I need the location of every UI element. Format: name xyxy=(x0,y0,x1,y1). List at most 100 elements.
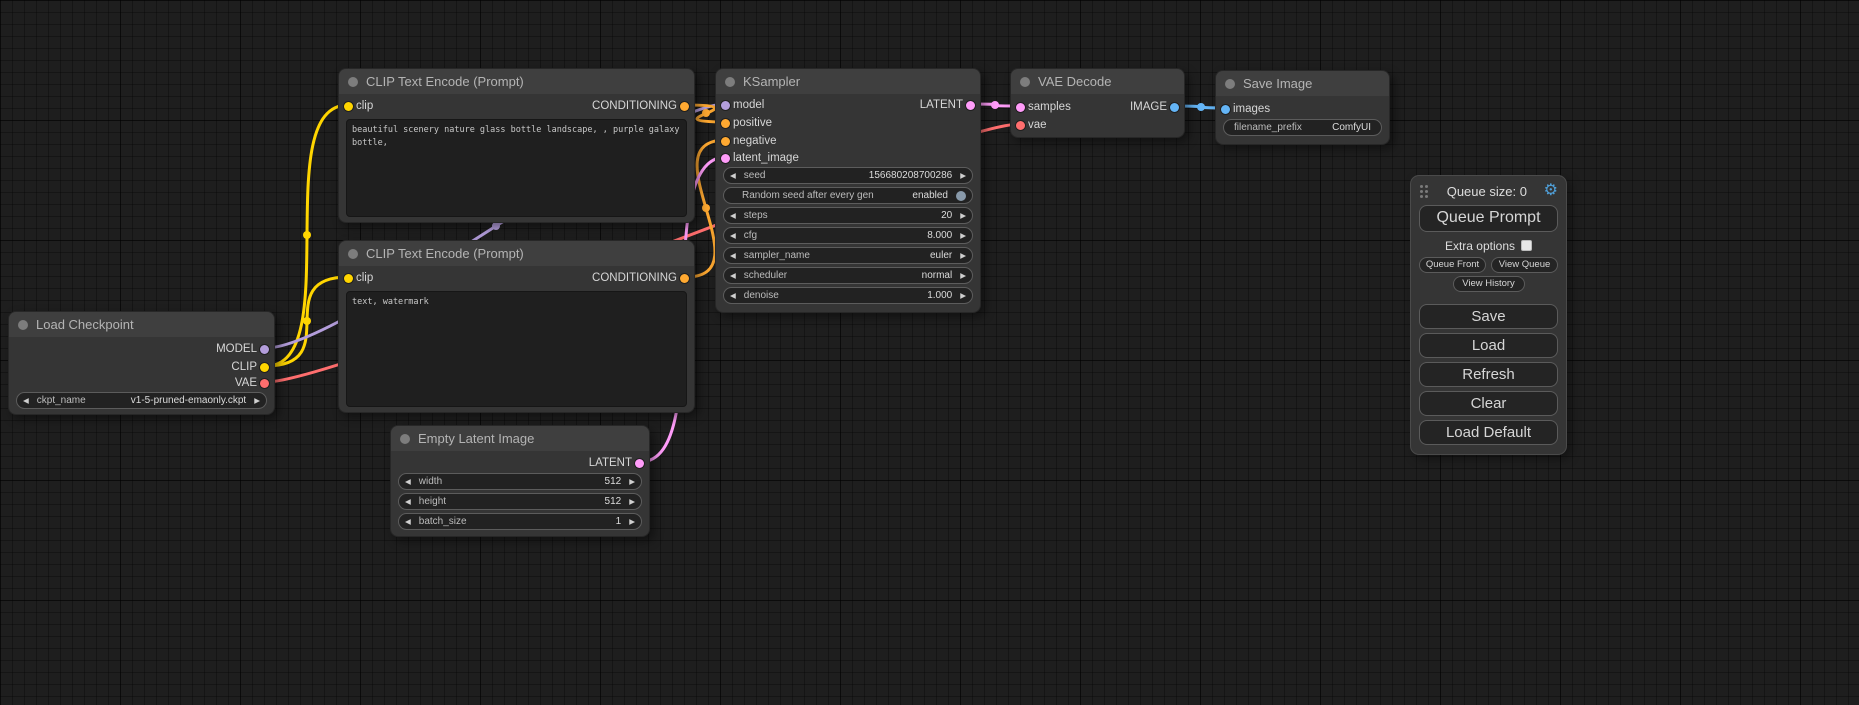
widget-scheduler[interactable]: ◀ scheduler normal ▶ xyxy=(723,267,973,284)
collapse-dot[interactable] xyxy=(725,77,735,87)
prompt-textarea[interactable]: beautiful scenery nature glass bottle la… xyxy=(346,119,687,217)
increment-arrow-icon[interactable]: ▶ xyxy=(629,498,635,506)
decrement-arrow-icon[interactable]: ◀ xyxy=(405,498,411,506)
widget-seed[interactable]: ◀ seed 156680208700286 ▶ xyxy=(723,167,973,184)
decrement-arrow-icon[interactable]: ◀ xyxy=(730,212,736,220)
node-clip-text-encode-negative[interactable]: CLIP Text Encode (Prompt) clip CONDITION… xyxy=(338,240,695,413)
input-dot-latent-image[interactable] xyxy=(721,154,730,163)
node-load-checkpoint[interactable]: Load Checkpoint MODEL CLIP VAE ◀ ckpt_na… xyxy=(8,311,275,415)
collapse-dot[interactable] xyxy=(18,320,28,330)
output-dot-latent[interactable] xyxy=(635,459,644,468)
queue-front-button[interactable]: Queue Front xyxy=(1419,257,1486,273)
toggle-knob[interactable] xyxy=(956,191,966,201)
widget-batch-size[interactable]: ◀ batch_size 1 ▶ xyxy=(398,513,642,530)
decrement-arrow-icon[interactable]: ◀ xyxy=(730,232,736,240)
decrement-arrow-icon[interactable]: ◀ xyxy=(730,172,736,180)
input-slot-latent-image: latent_image xyxy=(716,150,799,166)
decrement-arrow-icon[interactable]: ◀ xyxy=(730,272,736,280)
refresh-button[interactable]: Refresh xyxy=(1419,362,1558,387)
node-title-bar[interactable]: Load Checkpoint xyxy=(9,312,274,337)
increment-arrow-icon[interactable]: ▶ xyxy=(960,252,966,260)
load-default-button[interactable]: Load Default xyxy=(1419,420,1558,445)
slot-label: CONDITIONING xyxy=(592,272,677,284)
node-title-bar[interactable]: CLIP Text Encode (Prompt) xyxy=(339,69,694,94)
widget-value: 1 xyxy=(616,516,622,527)
widget-ckpt-name[interactable]: ◀ ckpt_name v1-5-pruned-emaonly.ckpt ▶ xyxy=(16,392,267,409)
input-dot-clip[interactable] xyxy=(344,102,353,111)
node-save-image[interactable]: Save Image images filename_prefix ComfyU… xyxy=(1215,70,1390,145)
node-title: Save Image xyxy=(1243,76,1312,91)
decrement-arrow-icon[interactable]: ◀ xyxy=(405,478,411,486)
extra-options-row: Extra options xyxy=(1419,237,1558,254)
input-dot-clip[interactable] xyxy=(344,274,353,283)
input-dot-positive[interactable] xyxy=(721,119,730,128)
drag-handle-icon[interactable] xyxy=(1419,184,1430,199)
output-slot-latent: LATENT xyxy=(589,455,649,471)
widget-value: 1.000 xyxy=(927,290,952,301)
widget-width[interactable]: ◀ width 512 ▶ xyxy=(398,473,642,490)
input-dot-negative[interactable] xyxy=(721,137,730,146)
decrement-arrow-icon[interactable]: ◀ xyxy=(405,518,411,526)
collapse-dot[interactable] xyxy=(1020,77,1030,87)
node-graph-canvas[interactable]: Load Checkpoint MODEL CLIP VAE ◀ ckpt_na… xyxy=(0,0,1859,705)
collapse-dot[interactable] xyxy=(400,434,410,444)
widget-denoise[interactable]: ◀ denoise 1.000 ▶ xyxy=(723,287,973,304)
input-dot-vae[interactable] xyxy=(1016,121,1025,130)
widget-steps[interactable]: ◀ steps 20 ▶ xyxy=(723,207,973,224)
output-dot-image[interactable] xyxy=(1170,103,1179,112)
decrement-arrow-icon[interactable]: ◀ xyxy=(23,397,29,405)
output-slot-conditioning: CONDITIONING xyxy=(592,270,694,286)
load-button[interactable]: Load xyxy=(1419,333,1558,358)
widget-filename-prefix[interactable]: filename_prefix ComfyUI xyxy=(1223,119,1382,136)
input-slot-positive: positive xyxy=(716,115,772,131)
output-dot-conditioning[interactable] xyxy=(680,102,689,111)
widget-label: width xyxy=(419,476,442,487)
node-title-bar[interactable]: VAE Decode xyxy=(1011,69,1184,94)
settings-gear-icon[interactable]: ⚙ xyxy=(1544,183,1558,199)
decrement-arrow-icon[interactable]: ◀ xyxy=(730,292,736,300)
extra-options-checkbox[interactable] xyxy=(1521,240,1532,251)
node-title-bar[interactable]: Empty Latent Image xyxy=(391,426,649,451)
increment-arrow-icon[interactable]: ▶ xyxy=(629,518,635,526)
output-dot-clip[interactable] xyxy=(260,363,269,372)
collapse-dot[interactable] xyxy=(1225,79,1235,89)
increment-arrow-icon[interactable]: ▶ xyxy=(960,212,966,220)
node-title: CLIP Text Encode (Prompt) xyxy=(366,246,524,261)
queue-prompt-button[interactable]: Queue Prompt xyxy=(1419,205,1558,232)
output-dot-vae[interactable] xyxy=(260,379,269,388)
collapse-dot[interactable] xyxy=(348,249,358,259)
node-title-bar[interactable]: KSampler xyxy=(716,69,980,94)
widget-random-seed-toggle[interactable]: Random seed after every gen enabled xyxy=(723,187,973,204)
output-dot-model[interactable] xyxy=(260,345,269,354)
increment-arrow-icon[interactable]: ▶ xyxy=(254,397,260,405)
increment-arrow-icon[interactable]: ▶ xyxy=(960,292,966,300)
widget-value: 512 xyxy=(605,496,622,507)
output-dot-conditioning[interactable] xyxy=(680,274,689,283)
widget-cfg[interactable]: ◀ cfg 8.000 ▶ xyxy=(723,227,973,244)
increment-arrow-icon[interactable]: ▶ xyxy=(629,478,635,486)
increment-arrow-icon[interactable]: ▶ xyxy=(960,272,966,280)
node-ksampler[interactable]: KSampler model positive negative latent_… xyxy=(715,68,981,313)
widget-height[interactable]: ◀ height 512 ▶ xyxy=(398,493,642,510)
node-empty-latent-image[interactable]: Empty Latent Image LATENT ◀ width 512 ▶ … xyxy=(390,425,650,537)
prompt-textarea[interactable]: text, watermark xyxy=(346,291,687,407)
view-history-button[interactable]: View History xyxy=(1453,276,1525,292)
wire-midpoint-dot xyxy=(492,222,500,230)
increment-arrow-icon[interactable]: ▶ xyxy=(960,172,966,180)
node-title-bar[interactable]: Save Image xyxy=(1216,71,1389,96)
input-dot-samples[interactable] xyxy=(1016,103,1025,112)
input-dot-images[interactable] xyxy=(1221,105,1230,114)
increment-arrow-icon[interactable]: ▶ xyxy=(960,232,966,240)
view-queue-button[interactable]: View Queue xyxy=(1491,257,1558,273)
node-clip-text-encode-positive[interactable]: CLIP Text Encode (Prompt) clip CONDITION… xyxy=(338,68,695,223)
widget-value: normal xyxy=(922,270,953,281)
node-vae-decode[interactable]: VAE Decode samples vae IMAGE xyxy=(1010,68,1185,138)
clear-button[interactable]: Clear xyxy=(1419,391,1558,416)
node-title-bar[interactable]: CLIP Text Encode (Prompt) xyxy=(339,241,694,266)
save-button[interactable]: Save xyxy=(1419,304,1558,329)
input-dot-model[interactable] xyxy=(721,101,730,110)
widget-sampler-name[interactable]: ◀ sampler_name euler ▶ xyxy=(723,247,973,264)
collapse-dot[interactable] xyxy=(348,77,358,87)
output-dot-latent[interactable] xyxy=(966,101,975,110)
decrement-arrow-icon[interactable]: ◀ xyxy=(730,252,736,260)
